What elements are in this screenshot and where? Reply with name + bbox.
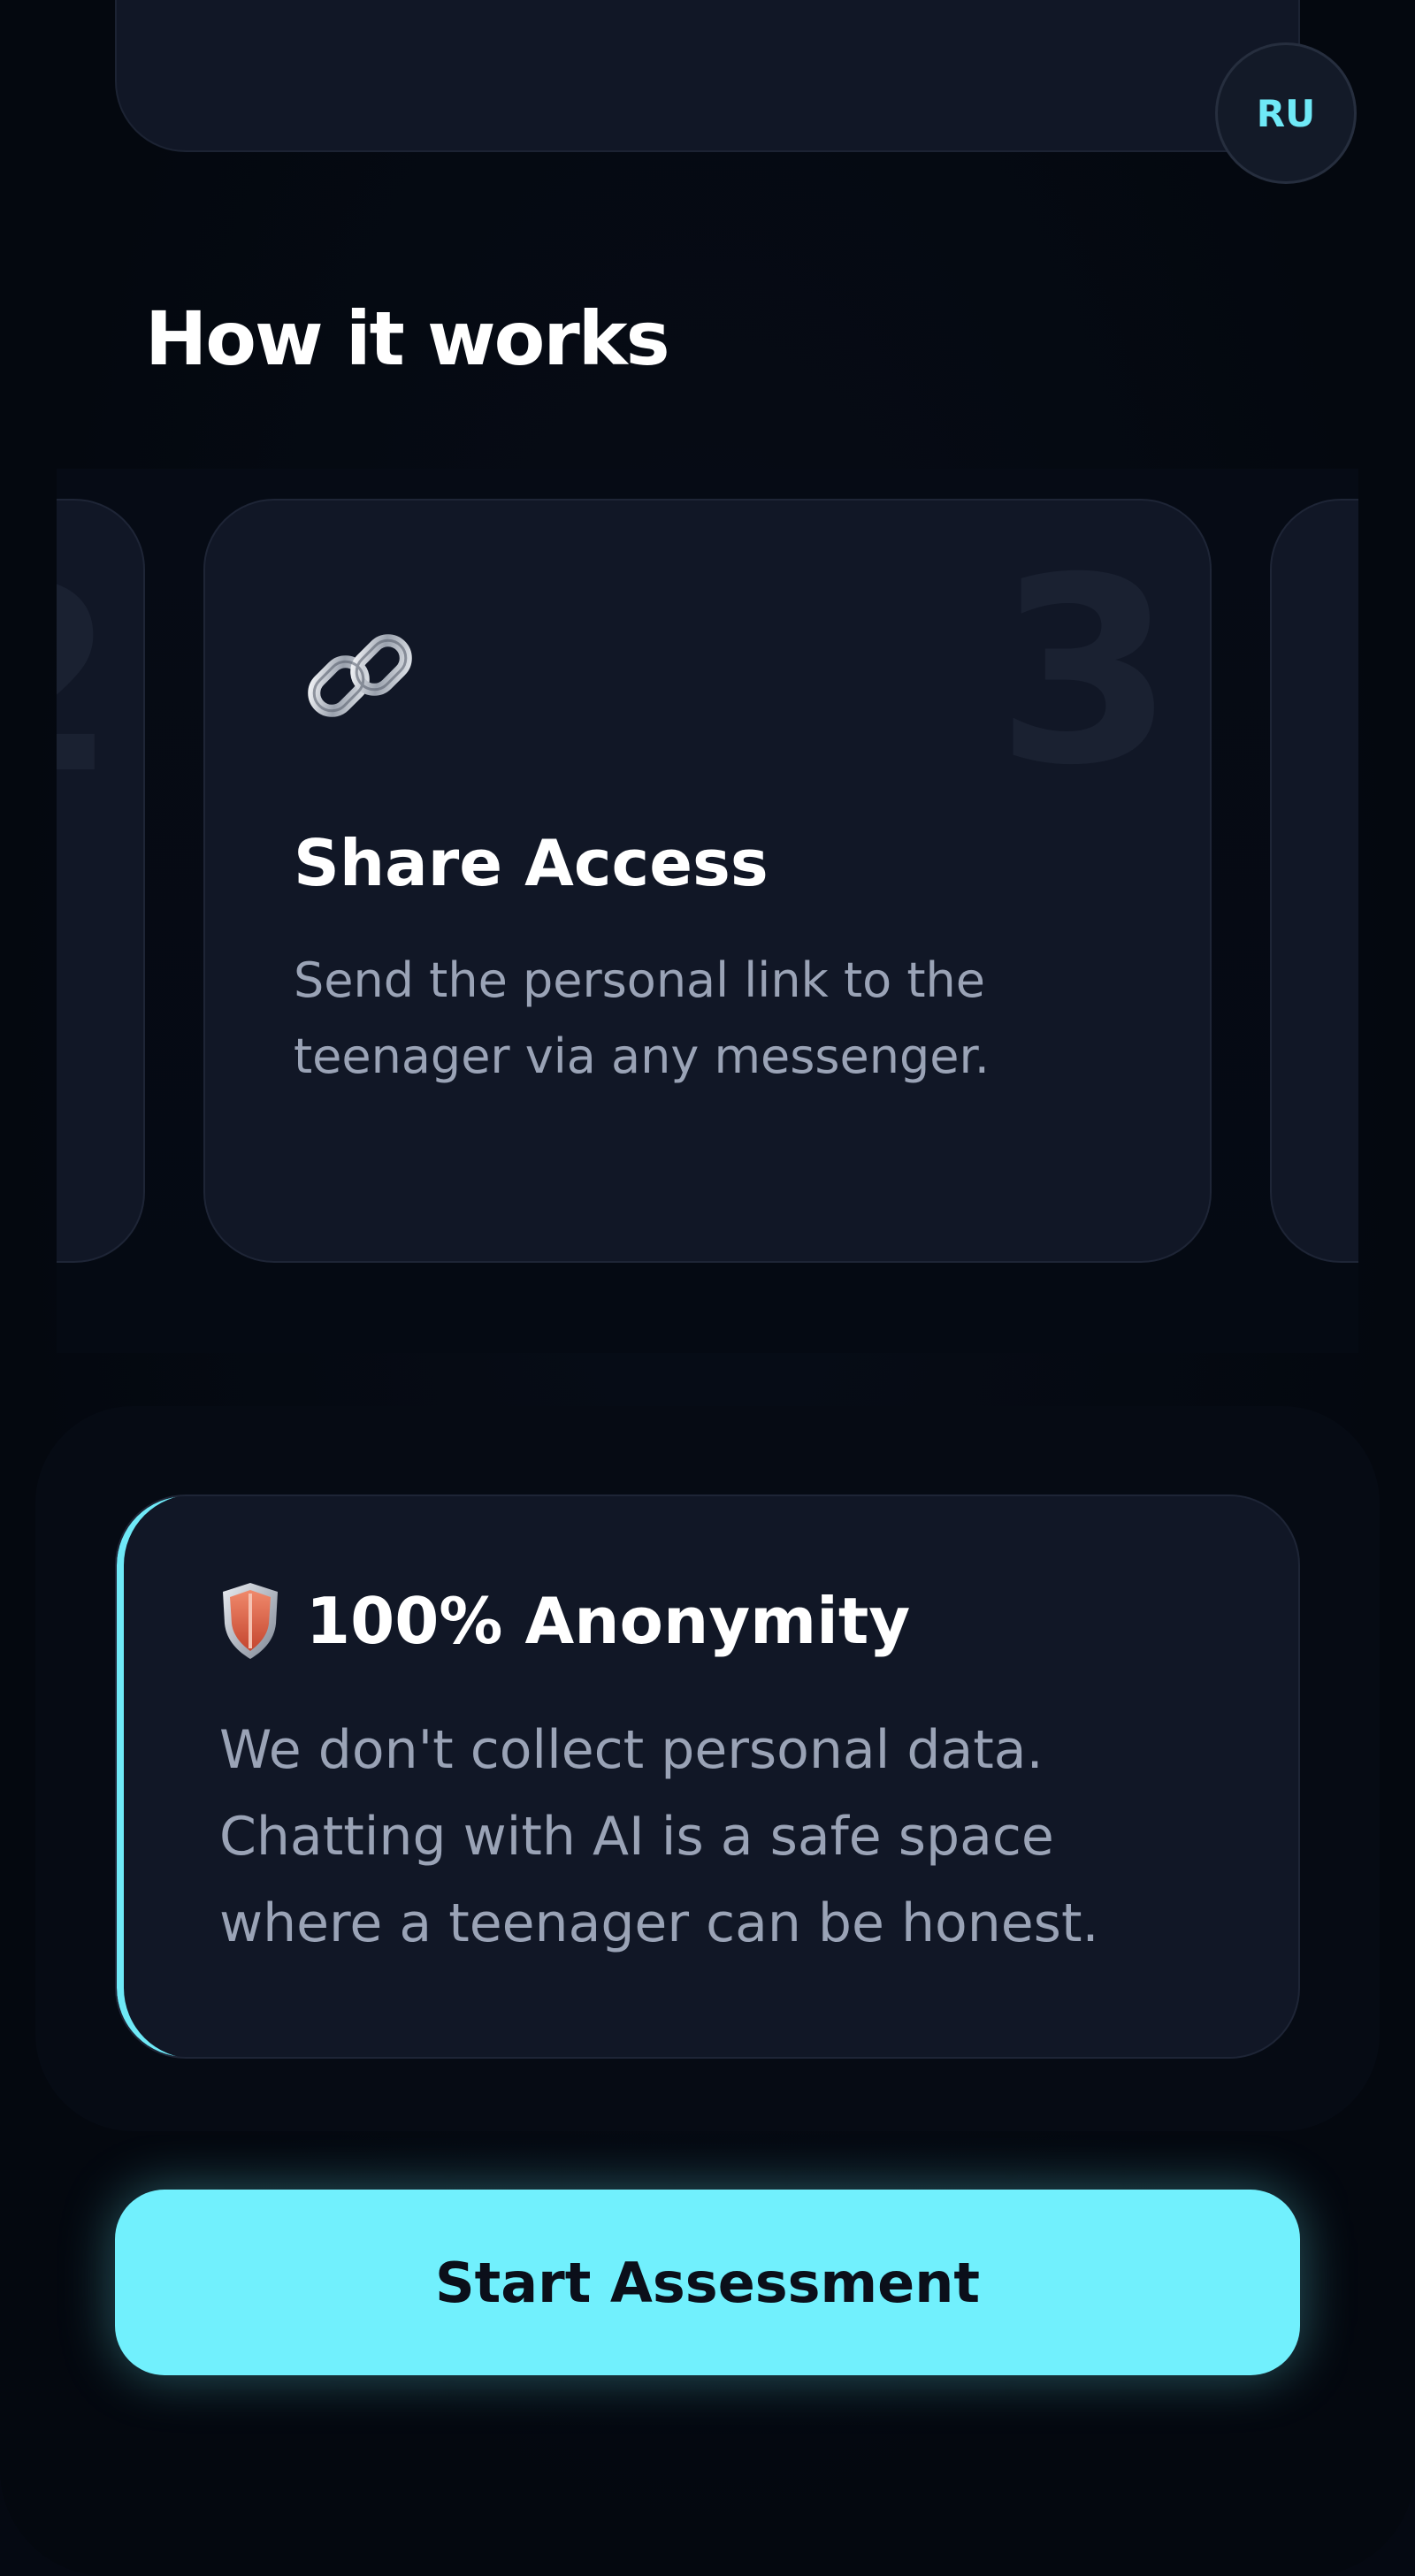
anonymity-title: 100% Anonymity <box>306 1584 911 1658</box>
steps-carousel[interactable]: 2 3 <box>57 469 1358 1353</box>
step-card-previous[interactable]: 2 <box>57 499 145 1263</box>
anonymity-header: 100% Anonymity <box>219 1581 910 1661</box>
anonymity-text: We don't collect personal data. Chatting… <box>219 1719 1099 1954</box>
step-number: 2 <box>57 554 117 810</box>
language-switch-button[interactable]: RU <box>1215 42 1357 184</box>
step-card-share-access[interactable]: 3 Share Access Send the personal link to… <box>203 499 1212 1263</box>
start-assessment-button[interactable]: Start Assessment <box>115 2190 1300 2375</box>
step-title: Share Access <box>294 826 769 900</box>
step-description: Send the personal link to the teenager v… <box>294 952 990 1084</box>
step-card-next[interactable] <box>1270 499 1358 1263</box>
shield-icon <box>223 1583 278 1659</box>
anonymity-card: 100% Anonymity We don't collect personal… <box>115 1494 1300 2059</box>
how-it-works-title: How it works <box>145 295 670 382</box>
step-number: 3 <box>996 524 1174 822</box>
app-screen: RU How it works 2 3 <box>0 0 1415 2576</box>
link-icon <box>308 634 412 717</box>
previous-section-card <box>115 0 1300 152</box>
